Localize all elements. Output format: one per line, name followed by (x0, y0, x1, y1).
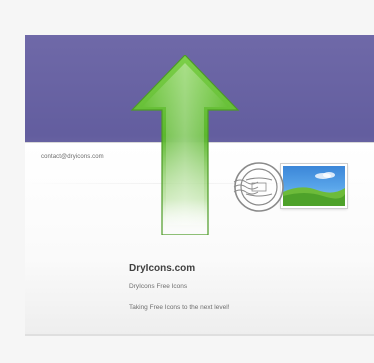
recipient-name: DryIcons.com (129, 263, 196, 274)
envelope-bottom-edge (25, 334, 374, 336)
recipient-line-2: Taking Free Icons to the next level! (129, 304, 230, 311)
postmark-icon (232, 160, 286, 214)
sender-address: contact@dryicons.com (41, 154, 104, 160)
recipient-line-1: DryIcons Free Icons (129, 283, 188, 290)
mail-upload-illustration: contact@dryicons.com DryIcons.com DryIco… (0, 0, 374, 363)
postage-stamp-icon (281, 164, 347, 208)
upload-arrow-icon (130, 54, 240, 236)
